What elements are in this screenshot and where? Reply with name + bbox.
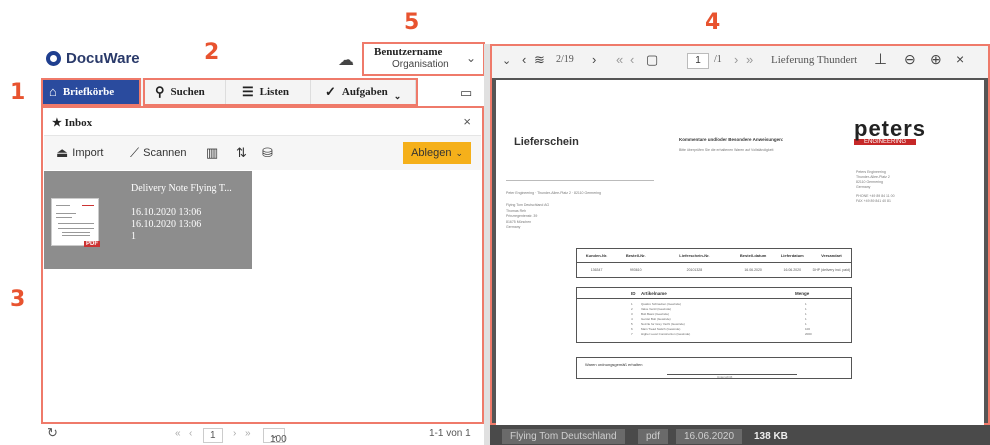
highlight-box-3 <box>41 106 484 424</box>
order-info-table: Kunden-Nr. Bestell-Nr. Lieferschein-Nr. … <box>576 248 852 278</box>
callout-3: 3 <box>10 287 26 312</box>
table-header: Lieferschein-Nr. <box>679 253 710 258</box>
table-cell: 20101328 <box>686 268 703 272</box>
callout-5: 5 <box>404 10 420 35</box>
refresh-icon[interactable]: ↻ <box>47 425 58 441</box>
company-address: Peters Engineering Thunder-Allee-Platz 2… <box>856 170 895 204</box>
page-size-select[interactable]: 100 ⌄ <box>263 428 287 445</box>
first-page-icon[interactable]: « <box>175 428 181 439</box>
callout-2: 2 <box>204 40 220 65</box>
callout-1: 1 <box>10 80 26 105</box>
page-size-value: 100 <box>270 434 287 445</box>
table-header: Bestell-datum <box>739 253 767 258</box>
highlight-box-2 <box>143 78 418 106</box>
signature-label: Unterschrift <box>717 375 733 379</box>
table-cell: 2000 <box>805 332 812 336</box>
docuware-logo: DocuWare <box>46 50 140 67</box>
table-cell: DHP (delivery incl. paid) <box>812 268 851 272</box>
page-input[interactable]: 1 <box>203 428 223 443</box>
address-line: Flying Tom Deutschland AG <box>506 203 550 207</box>
status-chip: pdf <box>638 429 668 444</box>
table-cell: 993610 <box>629 268 642 272</box>
next-page-icon[interactable]: › <box>233 428 236 439</box>
table-header: Versandart <box>821 253 842 258</box>
received-text: Waren ordnungsgemäß erhalten <box>585 362 643 367</box>
callout-4: 4 <box>705 10 721 35</box>
table-cell: 7 <box>631 332 633 336</box>
table-cell: Higher Level Construction (Gewinde) <box>641 332 691 336</box>
table-cell: 16.06.2020 <box>744 268 762 272</box>
last-page-icon[interactable]: » <box>245 428 251 439</box>
status-chip: Flying Tom Deutschland <box>502 429 625 444</box>
doc-comments-label: Kommentare und/oder Besondere Anweisunge… <box>679 137 784 142</box>
highlight-box-1 <box>41 78 141 106</box>
received-box: Waren ordnungsgemäß erhalten Unterschrif… <box>576 357 852 379</box>
file-size: 138 KB <box>754 431 788 442</box>
articles-rows: 1 Quattro Schrauben (Gewinde) 1 2 Valve Ven… <box>577 302 851 337</box>
peters-logo: peters ENGINEERING <box>854 116 926 145</box>
fax-line: FAX +49 89 841 40 81 <box>856 199 891 203</box>
sender-line: Peter Engineering · Thunder-Allee-Platz … <box>506 191 602 195</box>
pager: ↻ « ‹ 1 › » 100 ⌄ 1-1 von 1 <box>41 423 481 445</box>
table-row: 7 Higher Level Construction (Gewinde) 2000 <box>577 332 851 337</box>
viewer-status-bar: Flying Tom Deutschland pdf 16.06.2020 13… <box>490 425 990 445</box>
cloud-icon[interactable]: ☁ <box>338 50 354 70</box>
table-header: Bestell-Nr. <box>625 253 646 258</box>
panel-toggle-icon[interactable]: ▭ <box>460 85 472 101</box>
highlight-box-5 <box>362 42 485 76</box>
prev-page-icon[interactable]: ‹ <box>189 428 192 439</box>
table-header: Artikelname <box>641 291 667 296</box>
status-chip: 16.06.2020 <box>676 429 743 444</box>
table-header: ID <box>631 291 636 296</box>
articles-table: ID Artikelname Menge 1 Quattro Schrauben … <box>576 287 852 343</box>
doc-heading: Lieferschein <box>514 136 579 148</box>
doc-comments-sub: Bitte überprüfen Sie die erhaltenen Ware… <box>679 148 774 152</box>
recipient-address: Flying Tom Deutschland AG Thomas Reh Pri… <box>506 203 549 231</box>
document-page: Lieferschein Kommentare und/oder Besonde… <box>496 80 984 425</box>
table-cell: 136347 <box>590 268 603 272</box>
docuware-logo-icon <box>46 51 61 66</box>
address-line: Germany <box>506 225 521 229</box>
result-range: 1-1 von 1 <box>429 428 471 439</box>
table-header: Menge <box>795 291 810 296</box>
table-header: Kunden-Nr. <box>585 253 608 258</box>
table-cell: 16.06.2020 <box>783 268 802 272</box>
table-header: Lieferdatum <box>780 253 804 258</box>
logo-text: DocuWare <box>66 50 140 67</box>
